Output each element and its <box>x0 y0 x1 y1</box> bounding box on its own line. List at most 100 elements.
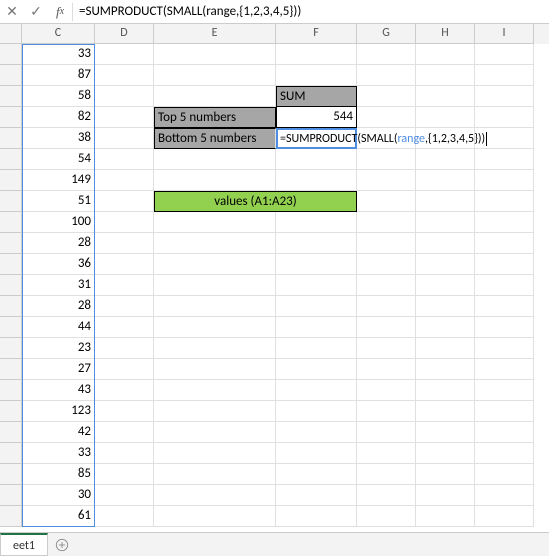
cell[interactable] <box>357 485 416 506</box>
row-header[interactable] <box>0 128 22 149</box>
row-header[interactable] <box>0 44 22 65</box>
row-header[interactable] <box>0 359 22 380</box>
cell[interactable] <box>416 506 475 527</box>
cell[interactable] <box>154 149 276 170</box>
cell[interactable] <box>475 401 534 422</box>
cell[interactable] <box>416 317 475 338</box>
cell[interactable] <box>95 191 154 212</box>
cell[interactable] <box>357 464 416 485</box>
cell[interactable] <box>357 107 416 128</box>
cell[interactable] <box>95 359 154 380</box>
cell[interactable]: 44 <box>22 317 95 338</box>
row-header[interactable] <box>0 401 22 422</box>
col-header-f[interactable]: F <box>276 24 357 44</box>
cell[interactable] <box>416 443 475 464</box>
cell[interactable] <box>154 65 276 86</box>
cell[interactable] <box>154 401 276 422</box>
cell[interactable] <box>95 443 154 464</box>
editing-formula-cell[interactable]: =SUMPRODUCT(SMALL(range,{1,2,3,4,5})) <box>276 128 357 149</box>
cell[interactable] <box>154 380 276 401</box>
cell[interactable] <box>475 107 534 128</box>
cell[interactable] <box>475 485 534 506</box>
cell[interactable] <box>475 422 534 443</box>
cell[interactable] <box>276 275 357 296</box>
row-header[interactable] <box>0 296 22 317</box>
cell[interactable] <box>475 191 534 212</box>
cell[interactable] <box>276 401 357 422</box>
cell[interactable] <box>276 338 357 359</box>
cell[interactable] <box>154 275 276 296</box>
cell[interactable]: 100 <box>22 212 95 233</box>
cell[interactable] <box>154 212 276 233</box>
cell[interactable]: 58 <box>22 86 95 107</box>
cell[interactable]: 31 <box>22 275 95 296</box>
cell[interactable] <box>276 296 357 317</box>
sum-header-cell[interactable]: SUM <box>276 86 357 107</box>
cell[interactable] <box>95 233 154 254</box>
cell[interactable] <box>95 422 154 443</box>
cell[interactable]: 30 <box>22 485 95 506</box>
cell[interactable] <box>475 65 534 86</box>
cell[interactable] <box>416 338 475 359</box>
cell[interactable] <box>154 44 276 65</box>
cell[interactable] <box>416 191 475 212</box>
cell[interactable] <box>416 380 475 401</box>
cell[interactable] <box>154 317 276 338</box>
cell[interactable] <box>154 170 276 191</box>
col-header-g[interactable]: G <box>357 24 416 44</box>
cell[interactable] <box>357 254 416 275</box>
cell[interactable] <box>357 422 416 443</box>
cell[interactable]: 87 <box>22 65 95 86</box>
cell[interactable] <box>95 149 154 170</box>
cell[interactable] <box>154 296 276 317</box>
cell[interactable]: 54 <box>22 149 95 170</box>
cell[interactable] <box>95 464 154 485</box>
cell[interactable] <box>475 86 534 107</box>
cell[interactable] <box>416 296 475 317</box>
cell[interactable] <box>475 170 534 191</box>
cell[interactable]: 51 <box>22 191 95 212</box>
cell[interactable] <box>475 359 534 380</box>
row-header[interactable] <box>0 317 22 338</box>
cell[interactable] <box>357 380 416 401</box>
cell[interactable] <box>276 65 357 86</box>
cell[interactable] <box>416 107 475 128</box>
cell[interactable] <box>276 464 357 485</box>
row-header[interactable] <box>0 212 22 233</box>
cell[interactable] <box>276 317 357 338</box>
cell[interactable]: 42 <box>22 422 95 443</box>
top5-label-cell[interactable]: Top 5 numbers <box>154 107 276 128</box>
cell[interactable] <box>95 170 154 191</box>
row-header[interactable] <box>0 485 22 506</box>
row-header[interactable] <box>0 443 22 464</box>
cell[interactable]: 43 <box>22 380 95 401</box>
cell[interactable] <box>154 422 276 443</box>
cell[interactable] <box>357 275 416 296</box>
values-range-label[interactable]: values (A1:A23) <box>154 191 357 212</box>
cell[interactable] <box>475 233 534 254</box>
cell[interactable] <box>95 317 154 338</box>
cell[interactable]: 27 <box>22 359 95 380</box>
row-header[interactable] <box>0 275 22 296</box>
cell[interactable] <box>475 338 534 359</box>
cell[interactable] <box>416 212 475 233</box>
row-header[interactable] <box>0 233 22 254</box>
cell[interactable] <box>475 506 534 527</box>
cell[interactable] <box>95 128 154 149</box>
cell[interactable] <box>95 86 154 107</box>
cell[interactable] <box>154 86 276 107</box>
cell[interactable] <box>154 233 276 254</box>
cell[interactable] <box>276 422 357 443</box>
confirm-icon[interactable]: ✓ <box>24 1 48 23</box>
cell[interactable] <box>276 212 357 233</box>
cell[interactable]: 36 <box>22 254 95 275</box>
sheet-tab-active[interactable]: eet1 <box>0 533 48 556</box>
cell[interactable] <box>276 44 357 65</box>
cell[interactable] <box>475 464 534 485</box>
cell[interactable] <box>416 422 475 443</box>
cell[interactable] <box>95 107 154 128</box>
row-header[interactable] <box>0 149 22 170</box>
cell[interactable]: 85 <box>22 464 95 485</box>
cell[interactable] <box>416 149 475 170</box>
row-header[interactable] <box>0 86 22 107</box>
